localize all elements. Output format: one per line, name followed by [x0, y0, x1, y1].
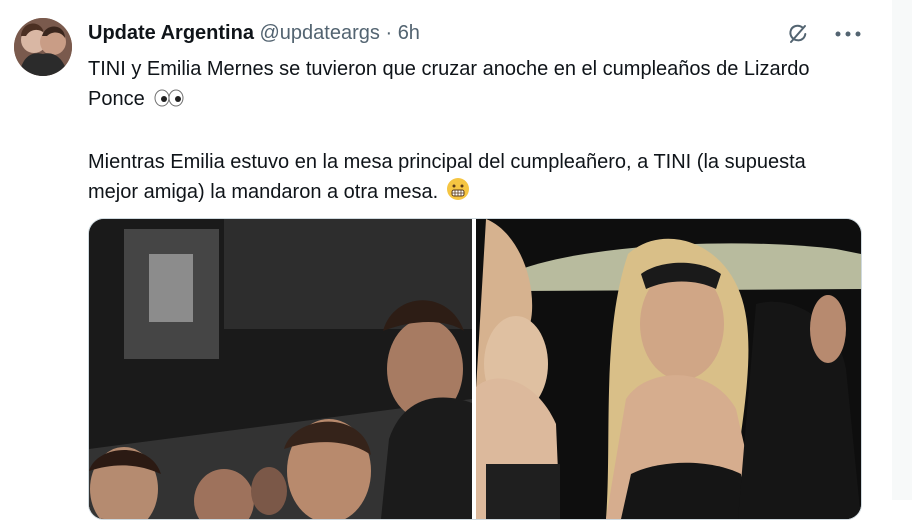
tweet-actions-top	[784, 20, 862, 48]
author-name[interactable]: Update Argentina	[88, 22, 254, 44]
tweet-time[interactable]: 6h	[398, 22, 420, 44]
grok-icon[interactable]	[784, 20, 812, 48]
eyes-emoji-icon	[152, 87, 186, 117]
media-photo-left[interactable]	[89, 219, 472, 519]
author-handle[interactable]: @updateargs	[260, 22, 380, 44]
tweet-header: Update Argentina @updateargs · 6h	[88, 20, 420, 46]
page-right-rail	[892, 0, 912, 500]
tweet-card: Update Argentina @updateargs · 6h TINI y…	[0, 0, 912, 520]
tweet-paragraph-1: TINI y Emilia Mernes se tuvieron que cru…	[88, 54, 848, 117]
tweet-text-line-1: TINI y Emilia Mernes se tuvieron que cru…	[88, 58, 810, 110]
grimacing-emoji-icon	[446, 177, 470, 210]
tweet-media[interactable]	[88, 218, 862, 520]
more-options-icon[interactable]	[834, 20, 862, 48]
tweet-text: TINI y Emilia Mernes se tuvieron que cru…	[88, 54, 848, 210]
avatar[interactable]	[14, 18, 72, 76]
separator-dot: ·	[385, 22, 393, 44]
media-photo-right[interactable]	[476, 219, 861, 519]
tweet-paragraph-2: Mientras Emilia estuvo en la mesa princi…	[88, 147, 848, 210]
